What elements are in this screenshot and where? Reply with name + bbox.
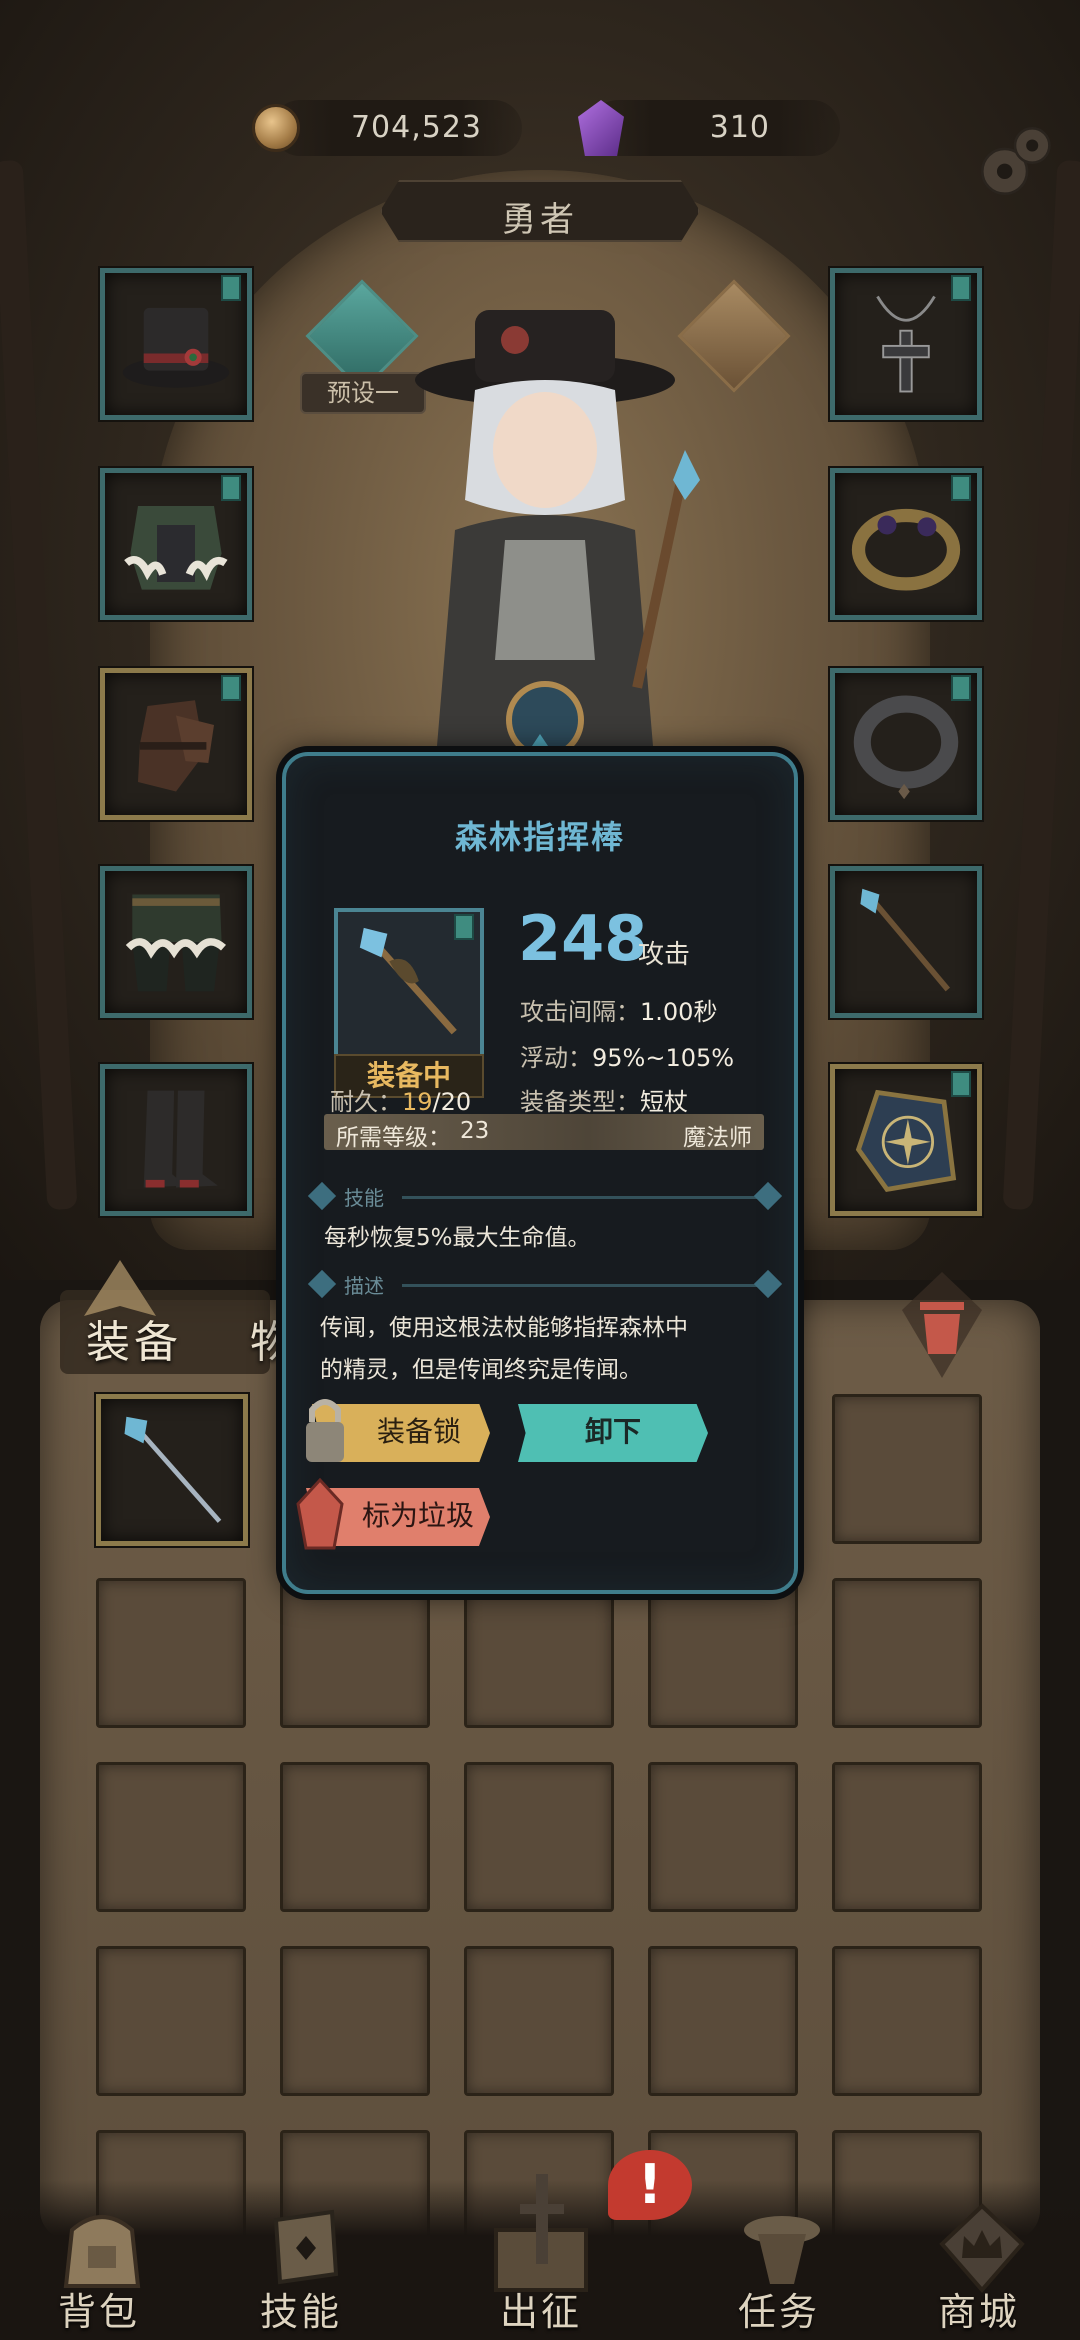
nav-quests[interactable]: 任务 xyxy=(704,2200,854,2340)
equip-slot-pants[interactable] xyxy=(100,866,252,1018)
equip-type-stat: 装备类型：短杖 xyxy=(520,1082,688,1117)
trash-can-icon[interactable] xyxy=(900,1270,984,1380)
attack-interval-stat: 攻击间隔：1.00秒 xyxy=(520,992,717,1027)
description-section-header: 描述 xyxy=(307,1269,783,1300)
attack-interval-value: 1.00秒 xyxy=(640,998,718,1026)
variance-value: 95%~105% xyxy=(592,1044,735,1072)
durability-label: 耐久： xyxy=(330,1088,402,1116)
hero-title: 勇者 xyxy=(502,200,578,240)
diamond-icon xyxy=(753,1181,783,1211)
inventory-item-staff[interactable] xyxy=(96,1394,248,1546)
skill-header-label: 技能 xyxy=(344,1186,384,1210)
trash-bag-icon xyxy=(296,1478,344,1550)
nav-quests-label: 任务 xyxy=(737,2290,820,2334)
inventory-slot[interactable] xyxy=(832,1762,982,1912)
inventory-slot[interactable] xyxy=(648,1946,798,2096)
skill-text: 每秒恢复5%最大生命值。 xyxy=(324,1225,591,1251)
requirement-bar: 所需等级： 23 魔法师 xyxy=(324,1114,764,1151)
tab-equipment[interactable]: 装备 xyxy=(86,1306,182,1370)
equip-slot-armor[interactable] xyxy=(100,468,252,620)
nav-skills[interactable]: 技能 xyxy=(226,2200,376,2340)
inventory-slot[interactable] xyxy=(832,1578,982,1728)
gem-amount: 310 xyxy=(709,110,770,145)
attack-interval-label: 攻击间隔： xyxy=(520,998,640,1026)
equip-slot-ring2[interactable] xyxy=(830,668,982,820)
equip-slot-hat[interactable] xyxy=(100,268,252,420)
description-line-2: 的精灵，但是传闻终究是传闻。 xyxy=(320,1357,642,1383)
nav-backpack-label: 背包 xyxy=(57,2290,140,2334)
top-hat-icon xyxy=(122,307,230,388)
padlock-icon xyxy=(306,1399,344,1462)
gold-amount: 704,523 xyxy=(350,110,482,145)
forest-baton-icon xyxy=(359,927,457,1035)
inventory-slot[interactable] xyxy=(280,1762,430,1912)
divider xyxy=(402,1196,772,1199)
equip-slot-offhand[interactable] xyxy=(830,866,982,1018)
black-ring-icon xyxy=(853,695,959,800)
hero-character-portrait xyxy=(415,310,700,770)
description-line-1: 传闻，使用这根法杖能够指挥森林中 xyxy=(320,1315,688,1341)
nav-shop-label: 商城 xyxy=(937,2290,1020,2334)
inventory-slot[interactable] xyxy=(280,1578,430,1728)
inventory-slot[interactable] xyxy=(648,1578,798,1728)
skill-section-header: 技能 xyxy=(307,1181,783,1212)
diamond-icon xyxy=(307,1181,337,1211)
equip-slot-necklace[interactable] xyxy=(830,268,982,420)
corset-armor-icon xyxy=(124,506,228,590)
spellbook-icon xyxy=(855,1089,957,1192)
inventory-slot[interactable] xyxy=(96,1946,246,2096)
settings-gear-icon[interactable] xyxy=(972,118,1058,204)
nav-expedition[interactable]: 出征 xyxy=(466,2174,616,2340)
pants-icon xyxy=(125,894,227,992)
equip-slot-gloves[interactable] xyxy=(100,668,252,820)
nav-expedition-label: 出征 xyxy=(499,2290,582,2334)
boots-icon xyxy=(143,1090,218,1188)
inventory-slot[interactable] xyxy=(464,1946,614,2096)
durability-max: /20 xyxy=(432,1088,472,1116)
required-level-label: 所需等级： xyxy=(336,1125,451,1151)
staff-icon xyxy=(124,1416,222,1523)
item-name: 森林指挥棒 xyxy=(454,818,625,856)
required-class: 魔法师 xyxy=(683,1125,752,1151)
inventory-slot[interactable] xyxy=(464,1762,614,1912)
nav-backpack[interactable]: 背包 xyxy=(24,2200,174,2340)
nav-skills-label: 技能 xyxy=(259,2290,342,2334)
wand-icon xyxy=(860,888,950,992)
equip-type-label: 装备类型： xyxy=(520,1088,640,1116)
equip-slot-ring1[interactable] xyxy=(830,468,982,620)
nav-shop[interactable]: 商城 xyxy=(904,2200,1054,2340)
equip-type-value: 短杖 xyxy=(640,1088,688,1116)
description-header-label: 描述 xyxy=(344,1274,384,1298)
inventory-slot[interactable] xyxy=(464,1578,614,1728)
inventory-slot[interactable] xyxy=(832,1394,982,1544)
unequip-button[interactable]: 卸下 xyxy=(518,1404,708,1462)
divider xyxy=(402,1284,772,1287)
attack-label: 攻击 xyxy=(638,940,691,970)
item-tooltip-panel: 森林指挥棒 装备中 248 攻击 攻击间隔：1.00秒 浮动：95%~105% … xyxy=(282,752,798,1594)
diamond-icon xyxy=(753,1269,783,1299)
item-preview-frame xyxy=(334,908,484,1058)
diamond-icon xyxy=(307,1269,337,1299)
gem-counter: 310 xyxy=(578,100,840,156)
inventory-slot[interactable] xyxy=(280,1946,430,2096)
inventory-slot[interactable] xyxy=(96,1578,246,1728)
required-level-value: 23 xyxy=(460,1118,490,1144)
cross-necklace-icon xyxy=(876,295,936,393)
gold-coin-icon xyxy=(252,104,300,152)
attack-value: 248 xyxy=(518,902,648,975)
variance-label: 浮动： xyxy=(520,1044,592,1072)
expedition-alert-badge: ! xyxy=(608,2150,692,2220)
durability-current: 19 xyxy=(402,1088,433,1116)
equip-slot-boots[interactable] xyxy=(100,1064,252,1216)
hero-title-banner: 勇者 xyxy=(380,180,700,242)
inventory-slot[interactable] xyxy=(648,1762,798,1912)
equip-slot-spellbook[interactable] xyxy=(830,1064,982,1216)
gem-ring-icon xyxy=(851,508,961,591)
variance-stat: 浮动：95%~105% xyxy=(520,1038,734,1073)
leather-gloves-icon xyxy=(138,700,214,792)
inventory-slot[interactable] xyxy=(96,1762,246,1912)
gold-counter: 704,523 xyxy=(252,100,522,156)
durability-stat: 耐久：19/20 xyxy=(330,1082,471,1117)
inventory-slot[interactable] xyxy=(832,1946,982,2096)
